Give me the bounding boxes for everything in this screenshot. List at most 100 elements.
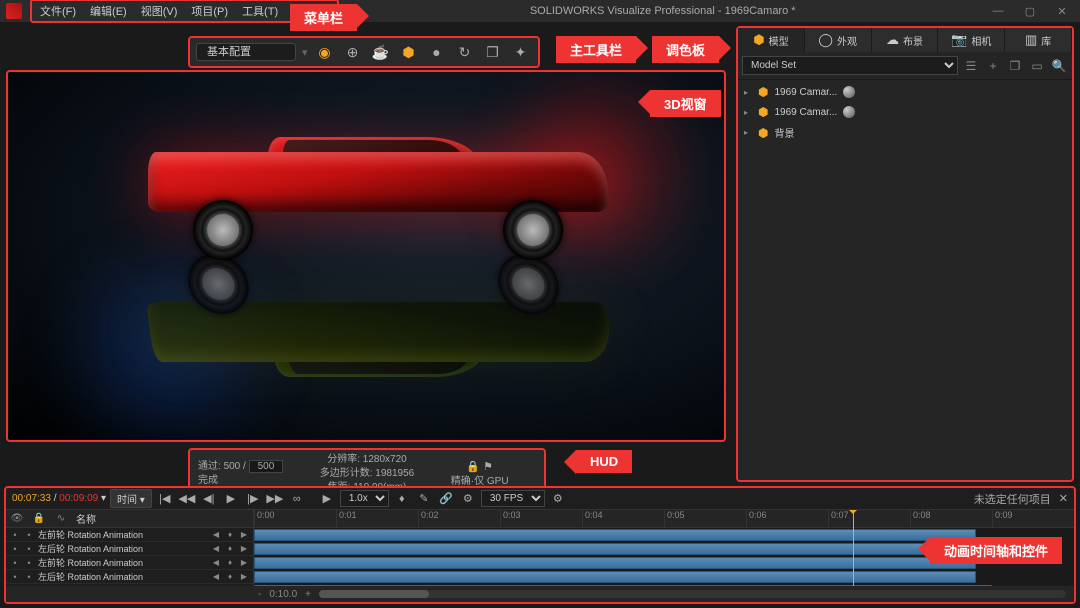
tool-layers-icon[interactable]: ❐: [482, 41, 504, 63]
main-toolbar: 基本配置 ▾ ◉ ⊕ ☕ ⬢ ● ↻ ❐ ✦: [188, 36, 540, 68]
track-row[interactable]: ••左后轮 Rotation Animation◀♦▶: [6, 542, 253, 556]
annot-maintoolbar: 主工具栏: [556, 36, 636, 63]
close-panel-icon[interactable]: ✕: [1059, 492, 1068, 505]
tab-model[interactable]: ⬢模型: [738, 28, 805, 52]
folder-icon[interactable]: ▭: [1028, 57, 1046, 75]
add-icon[interactable]: +: [984, 57, 1002, 75]
flag-icon[interactable]: ⚑: [483, 461, 493, 473]
timeline-toolbar: 00:07:33 / 00:09:09 ▾ 时间 ▾ |◀ ◀◀ ◀| ▶ |▶…: [6, 488, 1074, 510]
link-icon[interactable]: 🔗: [437, 491, 455, 507]
model-tree: ▸⬢1969 Camar... ▸⬢1969 Camar... ▸⬢背景: [738, 80, 1072, 145]
search-icon[interactable]: 🔍: [1050, 57, 1068, 75]
tool-globe-icon[interactable]: ⊕: [342, 41, 364, 63]
library-icon: ▥: [1025, 32, 1037, 48]
annot-viewport: 3D视窗: [650, 90, 721, 117]
annot-hud: HUD: [576, 450, 632, 473]
prev-frame-icon[interactable]: ◀|: [200, 491, 218, 507]
zoom-in-icon[interactable]: +: [305, 589, 311, 600]
clip-bar[interactable]: [254, 529, 976, 541]
app-logo: [6, 3, 22, 19]
pen-icon[interactable]: ✎: [415, 491, 433, 507]
car-model: [148, 142, 608, 252]
curve-icon[interactable]: ∿: [54, 513, 68, 524]
maximize-button[interactable]: ▢: [1018, 5, 1042, 18]
track-row[interactable]: ••左前轮 Rotation Animation◀♦▶: [6, 556, 253, 570]
cube-icon: ⬢: [758, 126, 768, 140]
copy-icon[interactable]: ❐: [1006, 57, 1024, 75]
titlebar: 文件(F) 编辑(E) 视图(V) 项目(P) 工具(T) 帮助(H) SOLI…: [0, 0, 1080, 22]
clip-bar[interactable]: [254, 543, 976, 555]
key-icon[interactable]: ♦: [393, 491, 411, 507]
window-title: SOLIDWORKS Visualize Professional - 1969…: [339, 5, 986, 17]
track-row[interactable]: ••左后轮 Rotation Animation◀♦▶: [6, 570, 253, 584]
clip-bar[interactable]: [254, 571, 976, 583]
config-select[interactable]: 基本配置: [196, 43, 296, 61]
palette-tabs: ⬢模型 ◯外观 ☁布景 📷相机 ▥库: [738, 28, 1072, 52]
playhead[interactable]: [853, 510, 854, 586]
prev-key-icon[interactable]: ◀◀: [178, 491, 196, 507]
car-reflection: [140, 262, 615, 372]
gear-icon[interactable]: ⚙: [459, 491, 477, 507]
time-ruler[interactable]: 0:00 0:01 0:02 0:03 0:04 0:05 0:06 0:07 …: [254, 510, 1074, 528]
menu-edit[interactable]: 编辑(E): [84, 1, 133, 21]
clip-bar[interactable]: [254, 557, 976, 569]
camera-icon: 📷: [951, 32, 967, 48]
cube-icon: ⬢: [758, 85, 768, 99]
play-icon[interactable]: ▶: [222, 491, 240, 507]
next-key-icon[interactable]: ▶▶: [266, 491, 284, 507]
tree-item[interactable]: ▸⬢背景: [742, 122, 1068, 143]
timeline-panel: 00:07:33 / 00:09:09 ▾ 时间 ▾ |◀ ◀◀ ◀| ▶ |▶…: [4, 486, 1076, 604]
play2-icon[interactable]: ▶: [318, 491, 336, 507]
annot-palette: 调色板: [652, 36, 719, 63]
tool-sphere-icon[interactable]: ●: [426, 41, 448, 63]
tab-library[interactable]: ▥库: [1005, 28, 1072, 52]
track-row[interactable]: ••左前轮 Rotation Animation◀♦▶: [6, 528, 253, 542]
modelset-select[interactable]: Model Set: [742, 56, 958, 75]
settings-icon[interactable]: ⚙: [549, 491, 567, 507]
tool-box-icon[interactable]: ⬢: [398, 41, 420, 63]
tool-cube-icon[interactable]: ◉: [314, 41, 336, 63]
fps-select[interactable]: 30 FPS: [481, 490, 545, 507]
time-button[interactable]: 时间 ▾: [110, 489, 152, 508]
viewport-3d[interactable]: [6, 70, 726, 442]
next-frame-icon[interactable]: |▶: [244, 491, 262, 507]
cube-icon: ⬢: [758, 105, 768, 119]
circle-icon: ◯: [818, 32, 833, 48]
tool-teapot-icon[interactable]: ☕: [370, 41, 392, 63]
eye-icon[interactable]: 👁: [10, 513, 24, 524]
goto-start-icon[interactable]: |◀: [156, 491, 174, 507]
zoom-out-icon[interactable]: -: [258, 589, 261, 600]
lock-icon[interactable]: 🔒: [466, 461, 480, 473]
menu-tools[interactable]: 工具(T): [236, 1, 284, 21]
window-controls: — ▢ ✕: [986, 5, 1074, 18]
list-icon[interactable]: ☰: [962, 57, 980, 75]
tool-refresh-icon[interactable]: ↻: [454, 41, 476, 63]
loop-icon[interactable]: ∞: [288, 491, 306, 507]
material-ball-icon: [843, 106, 855, 118]
annot-menubar: 菜单栏: [290, 4, 357, 31]
no-selection-label: 未选定任何项目: [974, 491, 1051, 507]
minimize-button[interactable]: —: [986, 5, 1010, 18]
tree-item[interactable]: ▸⬢1969 Camar...: [742, 82, 1068, 102]
tab-appearance[interactable]: ◯外观: [805, 28, 872, 52]
menu-file[interactable]: 文件(F): [34, 1, 82, 21]
close-button[interactable]: ✕: [1050, 5, 1074, 18]
h-scrollbar[interactable]: [319, 590, 1066, 598]
material-ball-icon: [843, 86, 855, 98]
tab-scene[interactable]: ☁布景: [872, 28, 939, 52]
clip-bar-video[interactable]: [254, 585, 992, 586]
palette-toolbar: Model Set ☰ + ❐ ▭ 🔍: [738, 52, 1072, 80]
scene-icon: ☁: [886, 32, 899, 48]
tab-camera[interactable]: 📷相机: [938, 28, 1005, 52]
timeline-footer: - 0:10.0 +: [6, 586, 1074, 602]
tree-item[interactable]: ▸⬢1969 Camar...: [742, 102, 1068, 122]
tool-compass-icon[interactable]: ✦: [510, 41, 532, 63]
menu-view[interactable]: 视图(V): [135, 1, 184, 21]
annot-timeline: 动画时间轴和控件: [930, 537, 1062, 564]
track-list: 👁 🔒 ∿ 名称 ••左前轮 Rotation Animation◀♦▶ ••左…: [6, 510, 254, 586]
palette-panel: ⬢模型 ◯外观 ☁布景 📷相机 ▥库 Model Set ☰ + ❐ ▭ 🔍 ▸…: [736, 26, 1074, 482]
cube-icon: ⬢: [753, 32, 764, 48]
speed-select[interactable]: 1.0x: [340, 490, 389, 507]
lock-col-icon[interactable]: 🔒: [32, 513, 46, 524]
menu-project[interactable]: 项目(P): [185, 1, 234, 21]
